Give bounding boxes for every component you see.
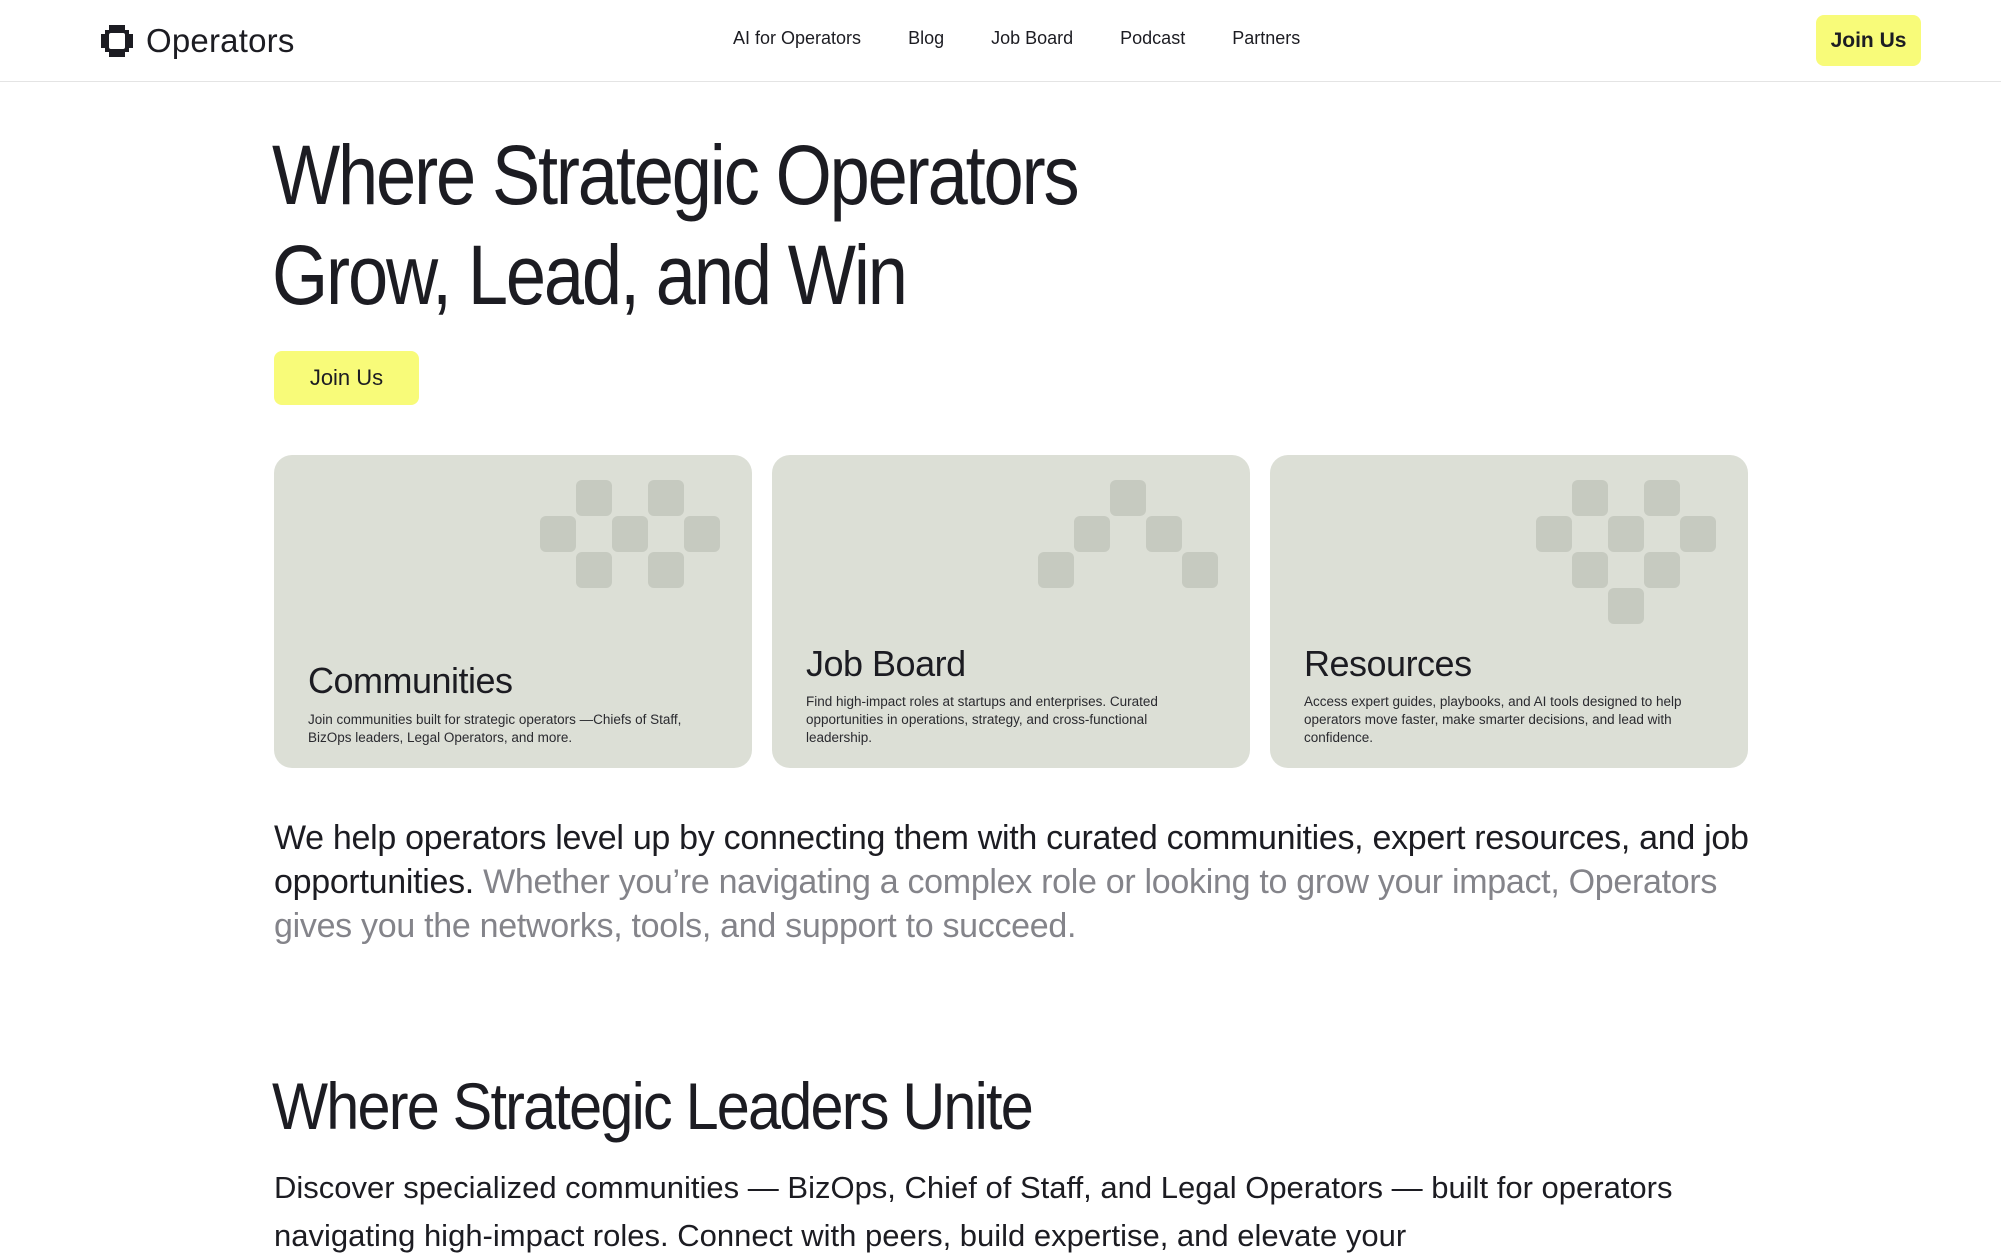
card-description: Find high-impact roles at startups and e… bbox=[806, 694, 1158, 745]
nav-ai-for-operators[interactable]: AI for Operators bbox=[733, 28, 861, 49]
logo-text: Operators bbox=[146, 22, 295, 59]
logo[interactable]: Operators bbox=[100, 20, 295, 62]
card-resources[interactable]: Resources Access expert guides, playbook… bbox=[1270, 455, 1748, 768]
hero-title-line-1: Where Strategic Operators bbox=[272, 128, 1080, 222]
card-job-board[interactable]: Job Board Find high-impact roles at star… bbox=[772, 455, 1250, 768]
header-join-button[interactable]: Join Us bbox=[1816, 15, 1921, 66]
hero-join-button[interactable]: Join Us bbox=[274, 351, 419, 405]
card-title: Resources bbox=[1304, 643, 1472, 684]
top-navigation-bar: Operators AI for Operators Blog Job Boar… bbox=[0, 0, 2001, 82]
intro-secondary-text: Whether you’re navigating a complex role… bbox=[274, 863, 1718, 945]
main-nav: AI for Operators Blog Job Board Podcast … bbox=[733, 28, 1300, 49]
section-description: Discover specialized communities — BizOp… bbox=[274, 1170, 1673, 1253]
hero-title-line-2: Grow, Lead, and Win bbox=[272, 228, 908, 322]
operators-logo-icon bbox=[101, 25, 133, 57]
pixel-pattern-icon bbox=[1038, 480, 1218, 588]
hero-title: Where Strategic Operators Grow, Lead, and… bbox=[272, 125, 1080, 325]
card-communities[interactable]: Communities Join communities built for s… bbox=[274, 455, 752, 768]
nav-blog[interactable]: Blog bbox=[908, 28, 944, 49]
nav-podcast[interactable]: Podcast bbox=[1120, 28, 1185, 49]
section-title: Where Strategic Leaders Unite bbox=[272, 1069, 1034, 1143]
intro-paragraph: We help operators level up by connecting… bbox=[274, 816, 1754, 948]
pixel-pattern-icon bbox=[540, 480, 720, 588]
card-title: Communities bbox=[308, 660, 513, 701]
nav-partners[interactable]: Partners bbox=[1232, 28, 1300, 49]
card-title: Job Board bbox=[806, 643, 966, 684]
pixel-pattern-icon bbox=[1536, 480, 1716, 624]
card-description: Access expert guides, playbooks, and AI … bbox=[1304, 694, 1682, 745]
nav-job-board[interactable]: Job Board bbox=[991, 28, 1073, 49]
card-description: Join communities built for strategic ope… bbox=[308, 712, 682, 745]
